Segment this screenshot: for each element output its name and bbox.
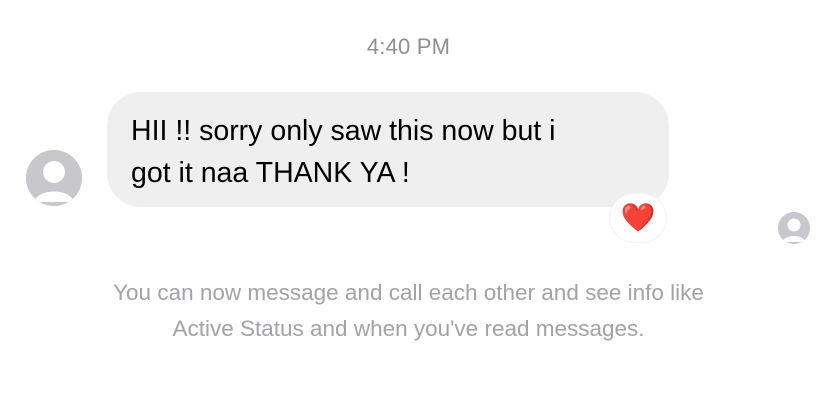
message-timestamp: 4:40 PM [366,34,451,59]
message-bubble[interactable]: HII !! sorry only saw this now but i got… [107,92,669,207]
heart-icon: ❤️ [620,202,656,233]
user-silhouette-icon [778,212,810,244]
user-silhouette-icon [26,150,82,206]
read-receipt-avatar-icon [778,212,810,244]
message-text: HII !! sorry only saw this now but i got… [131,115,556,189]
message-reaction[interactable]: ❤️ [610,194,666,242]
chat-info-notice: You can now message and call each other … [113,280,704,341]
sender-avatar-icon[interactable] [26,150,82,206]
